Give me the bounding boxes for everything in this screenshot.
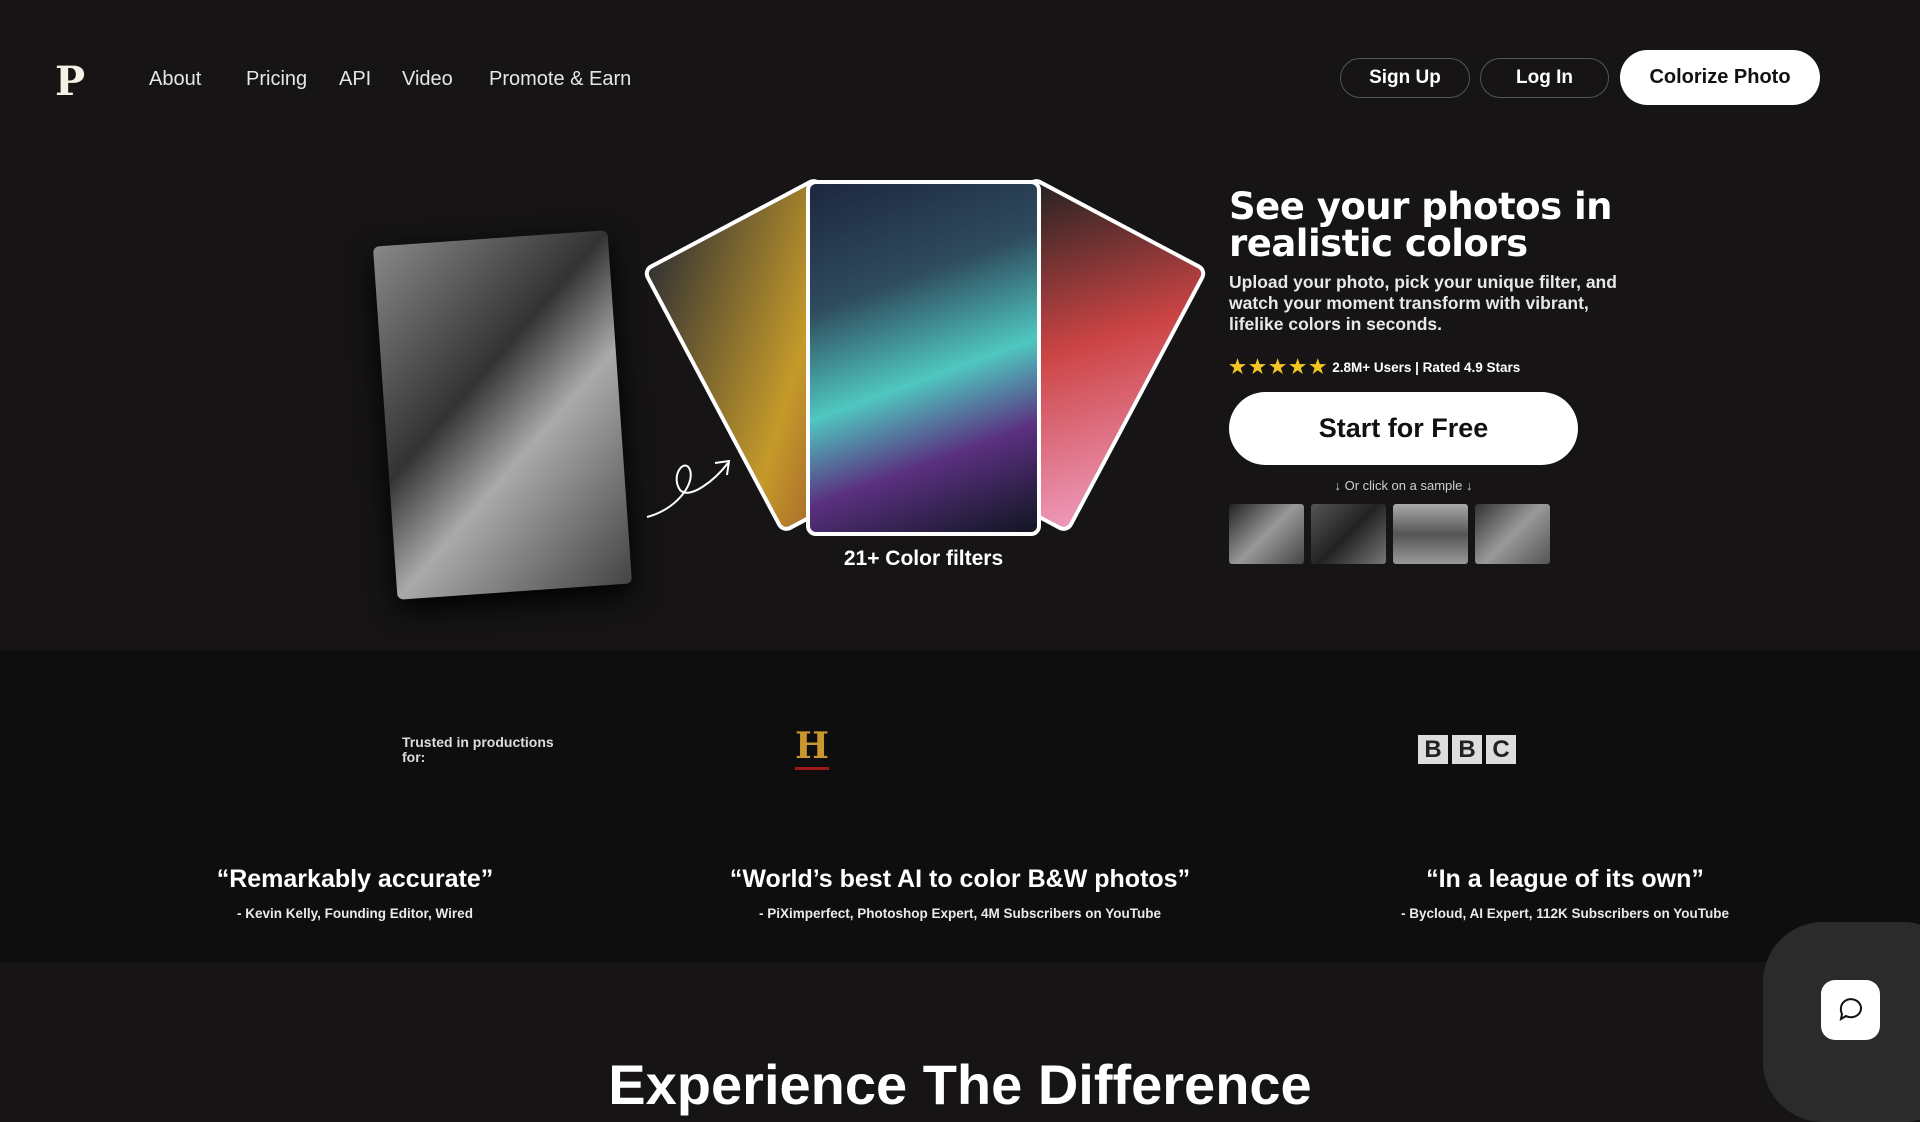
rating: ★ ★ ★ ★ ★ 2.8M+ Users | Rated 4.9 Stars	[1229, 356, 1520, 379]
filters-caption: 21+ Color filters	[843, 547, 1004, 570]
bbc-letter: C	[1486, 735, 1516, 764]
star-icon: ★	[1249, 357, 1267, 378]
chat-icon	[1839, 998, 1862, 1022]
bw-photo	[372, 230, 633, 600]
colorized-photo	[806, 180, 1041, 536]
sample-thumbnail[interactable]	[1229, 504, 1304, 564]
bbc-logo: BBC	[1418, 735, 1516, 764]
quote-author: - PiXimperfect, Photoshop Expert, 4M Sub…	[758, 906, 1162, 921]
testimonial: “World’s best AI to color B&W photos” - P…	[680, 865, 1240, 921]
testimonial: “Remarkably accurate” - Kevin Kelly, Foun…	[75, 865, 635, 921]
bbc-letter: B	[1418, 735, 1448, 764]
trusted-label: Trusted in productions for:	[402, 734, 554, 765]
section-title: Experience The Difference	[608, 1053, 1312, 1116]
start-for-free-button[interactable]: Start for Free	[1229, 392, 1578, 465]
sign-up-button[interactable]: Sign Up	[1340, 58, 1470, 98]
nav-api[interactable]: API	[339, 68, 371, 91]
sample-thumbnail[interactable]	[1475, 504, 1550, 564]
nav-pricing[interactable]: Pricing	[246, 68, 307, 91]
rating-text: 2.8M+ Users | Rated 4.9 Stars	[1332, 360, 1521, 375]
quote-author: - Bycloud, AI Expert, 112K Subscribers o…	[1400, 906, 1730, 921]
arrow-icon	[646, 459, 731, 518]
testimonial: “In a league of its own” - Bycloud, AI Ex…	[1285, 865, 1845, 921]
sample-thumbnail[interactable]	[1311, 504, 1386, 564]
colorize-photo-button[interactable]: Colorize Photo	[1620, 50, 1820, 105]
star-icon: ★	[1269, 357, 1287, 378]
nav-about[interactable]: About	[149, 68, 201, 91]
star-icon: ★	[1289, 357, 1307, 378]
logo[interactable]: P	[55, 58, 85, 105]
quote-text: “World’s best AI to color B&W photos”	[729, 865, 1191, 893]
quote-text: “In a league of its own”	[1426, 865, 1704, 893]
log-in-button[interactable]: Log In	[1480, 58, 1609, 98]
quote-author: - Kevin Kelly, Founding Editor, Wired	[237, 906, 473, 921]
sample-hint: ↓ Or click on a sample ↓	[1334, 478, 1473, 493]
nav-promote-earn[interactable]: Promote & Earn	[489, 68, 631, 91]
nav-video[interactable]: Video	[402, 68, 453, 91]
star-icon: ★	[1309, 357, 1327, 378]
chat-button[interactable]	[1821, 980, 1880, 1040]
history-logo: H	[795, 725, 830, 770]
hero-description: Upload your photo, pick your unique filt…	[1229, 272, 1617, 334]
star-icon: ★	[1229, 357, 1247, 378]
quote-text: “Remarkably accurate”	[216, 865, 494, 893]
bbc-letter: B	[1452, 735, 1482, 764]
hero-title: See your photos in realistic colors	[1229, 185, 1613, 265]
sample-thumbnail[interactable]	[1393, 504, 1468, 564]
